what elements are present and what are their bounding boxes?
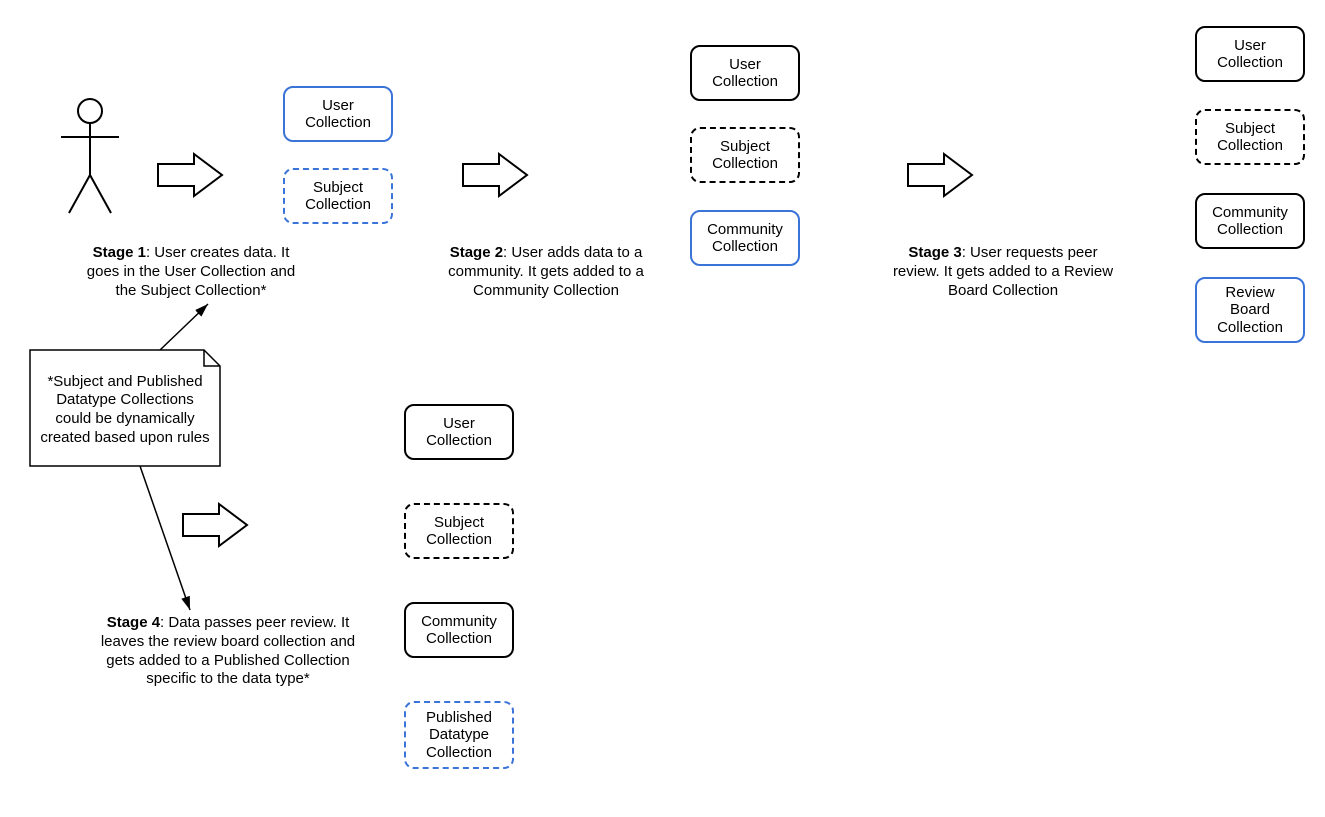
diagram-canvas: UserCollection SubjectCollection Stage 1…: [0, 0, 1325, 817]
box-label: CommunityCollection: [421, 613, 497, 648]
stage-4-bold: Stage 4: [107, 614, 160, 631]
stage-4-caption: Stage 4: Data passes peer review. It lea…: [92, 614, 364, 689]
box-label: UserCollection: [426, 415, 492, 450]
footnote: *Subject and Published Datatype Collecti…: [30, 350, 220, 466]
box-subject-collection: SubjectCollection: [283, 168, 393, 224]
arrow-icon: [900, 150, 980, 200]
box-label: UserCollection: [712, 56, 778, 91]
box-user-collection: UserCollection: [690, 45, 800, 101]
stage-1-bold: Stage 1: [93, 244, 146, 261]
box-label: UserCollection: [1217, 37, 1283, 72]
box-label: SubjectCollection: [712, 138, 778, 173]
arrow-icon: [455, 150, 535, 200]
arrow-icon: [175, 500, 255, 550]
stage-2-bold: Stage 2: [450, 244, 503, 261]
stage-3-bold: Stage 3: [908, 244, 961, 261]
stage-2-caption: Stage 2: User adds data to a community. …: [437, 244, 655, 300]
box-subject-collection: SubjectCollection: [1195, 109, 1305, 165]
box-label: UserCollection: [305, 97, 371, 132]
box-community-collection: CommunityCollection: [404, 602, 514, 658]
box-label: PublishedDatatypeCollection: [426, 709, 492, 761]
box-user-collection: UserCollection: [404, 404, 514, 460]
box-community-collection: CommunityCollection: [1195, 193, 1305, 249]
box-user-collection: UserCollection: [1195, 26, 1305, 82]
footnote-text: *Subject and Published Datatype Collecti…: [30, 350, 220, 466]
box-label: CommunityCollection: [1212, 204, 1288, 239]
user-icon: [55, 97, 125, 217]
box-subject-collection: SubjectCollection: [404, 503, 514, 559]
box-label: SubjectCollection: [1217, 120, 1283, 155]
box-label: SubjectCollection: [305, 179, 371, 214]
box-label: SubjectCollection: [426, 514, 492, 549]
box-label: ReviewBoardCollection: [1217, 284, 1283, 336]
stage-3-caption: Stage 3: User requests peer review. It g…: [888, 244, 1118, 300]
box-subject-collection: SubjectCollection: [690, 127, 800, 183]
box-published-datatype-collection: PublishedDatatypeCollection: [404, 701, 514, 769]
box-label: CommunityCollection: [707, 221, 783, 256]
arrow-icon: [150, 150, 230, 200]
box-user-collection: UserCollection: [283, 86, 393, 142]
box-review-board-collection: ReviewBoardCollection: [1195, 277, 1305, 343]
box-community-collection: CommunityCollection: [690, 210, 800, 266]
stage-1-caption: Stage 1: User creates data. It goes in t…: [76, 244, 306, 300]
